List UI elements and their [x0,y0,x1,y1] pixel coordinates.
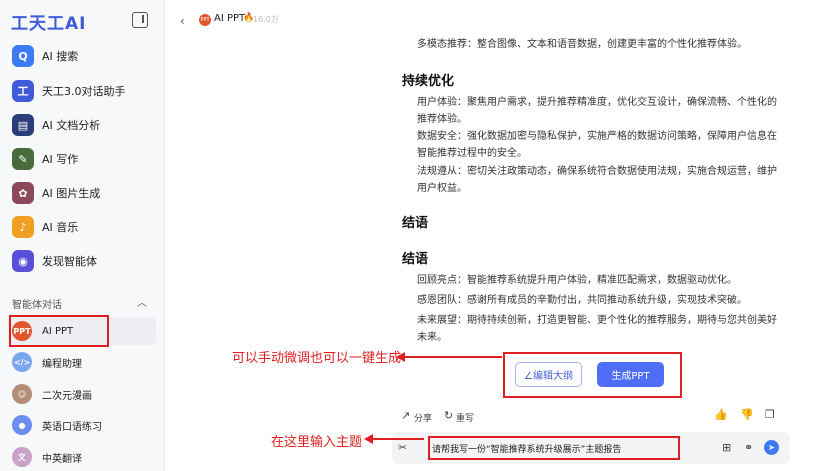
upload-file-icon[interactable]: ⊞ [722,441,731,454]
rewrite-icon[interactable]: ↻ [444,409,453,422]
usage-count: 16.0万 [253,15,279,24]
content-paragraph: 数据安全：强化数据加密与隐私保护，实施严格的数据访问策略，保障用户信息在智能推荐… [417,131,777,159]
sidebar-agent-label: 编程助理 [42,358,82,370]
thumbs-down-icon[interactable]: 👎 [740,408,754,421]
music-icon: ♪ [12,216,34,238]
image-icon: ✿ [12,182,34,204]
annotation-arrow-head [364,434,373,444]
sidebar-agent-coding[interactable]: </> 编程助理 [8,348,156,376]
link-icon[interactable]: ⚭ [744,441,753,454]
sidebar-item-image-gen[interactable]: ✿ AI 图片生成 [8,178,156,208]
annotation-arrow-head [396,352,405,362]
topic-input[interactable] [432,438,672,458]
sidebar-item-label: 天工3.0对话助手 [42,85,126,98]
writing-icon: ✎ [12,148,34,170]
back-icon[interactable]: ‹ [180,14,185,28]
robot-icon: ◉ [12,250,34,272]
content-paragraph: 回顾亮点：智能推荐系统提升用户体验，精准匹配需求，数据驱动优化。 [417,275,737,286]
english-icon: ● [12,415,32,435]
rewrite-button[interactable]: 重写 [456,411,474,424]
share-icon[interactable]: ↗ [401,409,410,422]
clear-icon[interactable]: ✂ [398,441,407,454]
sidebar-item-label: AI 图片生成 [42,187,101,200]
sidebar-item-label: AI 写作 [42,153,79,166]
content-paragraph: 多模态推荐：整合图像、文本和语音数据，创建更丰富的个性化推荐体验。 [417,39,747,50]
collapse-sidebar-icon[interactable] [132,12,148,28]
sidebar-item-label: AI 音乐 [42,221,79,234]
sidebar-agent-translate[interactable]: 文 中英翻译 [8,443,156,471]
sidebar: 工天工AI Q AI 搜索 工 天工3.0对话助手 ▤ AI 文档分析 ✎ AI… [0,0,165,471]
content-paragraph: 法规遵从：密切关注政策动态，确保系统符合数据使用法规，实施合规运营，维护用户权益… [417,166,777,194]
section-heading: 结语 [402,216,429,231]
sidebar-agent-anime[interactable]: ☺ 二次元漫画 [8,380,156,408]
generate-ppt-button[interactable]: 生成PPT [597,362,664,387]
annotation-arrow [404,356,502,358]
sidebar-item-label: AI 搜索 [42,50,79,63]
page-title: AI PPT [214,13,246,24]
ppt-badge-icon: PPT [199,14,211,26]
sidebar-agent-label: 英语口语练习 [42,421,102,433]
code-icon: </> [12,352,32,372]
content-paragraph: 用户体验：聚焦用户需求，提升推荐精准度，优化交互设计，确保流畅、个性化的推荐体验… [417,97,777,125]
sidebar-agent-ai-ppt[interactable]: PPT AI PPT [8,317,156,345]
annotation-text: 可以手动微调也可以一键生成 [232,351,402,366]
chevron-up-icon[interactable]: ︿ [137,294,147,309]
sidebar-item-doc-analysis[interactable]: ▤ AI 文档分析 [8,110,156,140]
sidebar-item-ai-search[interactable]: Q AI 搜索 [8,41,156,71]
ppt-icon: PPT [12,321,32,341]
copy-icon[interactable]: ❐ [765,408,775,421]
sidebar-agent-label: 二次元漫画 [42,390,92,402]
annotation-text: 在这里输入主题 [271,435,363,450]
annotation-arrow [372,438,424,440]
sidebar-agent-label: 中英翻译 [42,453,82,465]
share-button[interactable]: 分享 [414,411,432,424]
thumbs-up-icon[interactable]: 👍 [714,408,728,421]
sidebar-item-writing[interactable]: ✎ AI 写作 [8,144,156,174]
sidebar-item-chat[interactable]: 工 天工3.0对话助手 [8,76,156,106]
section-title-agents: 智能体对话 [12,300,62,311]
chat-icon: 工 [12,80,34,102]
content-paragraph: 感恩团队：感谢所有成员的辛勤付出，共同推动系统升级，实现技术突破。 [417,295,747,306]
sidebar-item-music[interactable]: ♪ AI 音乐 [8,212,156,242]
section-heading: 结语 [402,252,429,267]
translate-icon: 文 [12,447,32,467]
search-icon: Q [12,45,34,67]
sidebar-agent-english[interactable]: ● 英语口语练习 [8,411,156,439]
content-paragraph: 未来展望：期待持续创新，打造更智能、更个性化的推荐服务，期待与您共创美好未来。 [417,315,777,343]
sidebar-item-discover-agents[interactable]: ◉ 发现智能体 [8,246,156,276]
app-logo[interactable]: 工天工AI [11,10,86,34]
document-icon: ▤ [12,114,34,136]
edit-outline-button[interactable]: ∠编辑大纲 [515,362,582,387]
sidebar-item-label: 发现智能体 [42,255,97,268]
section-heading: 持续优化 [402,74,455,89]
sidebar-item-label: AI 文档分析 [42,119,101,132]
sidebar-agent-label: AI PPT [42,325,74,337]
anime-icon: ☺ [12,384,32,404]
send-icon[interactable]: ➤ [764,440,779,455]
